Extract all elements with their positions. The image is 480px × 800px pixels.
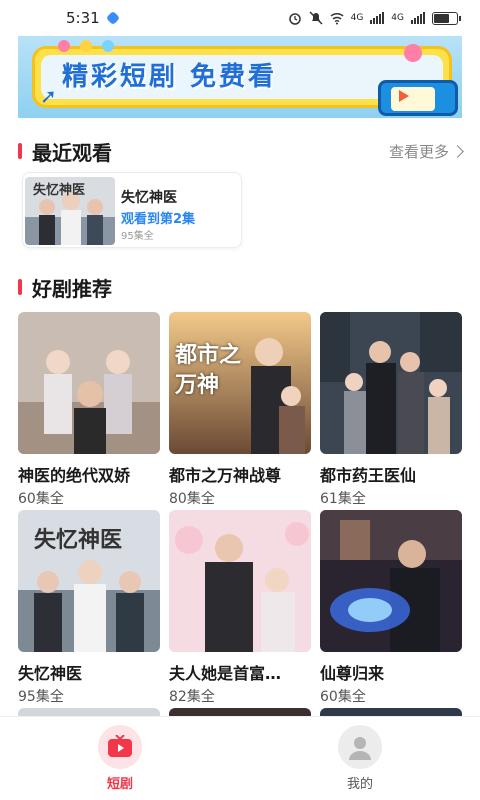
arrow-icon: ➚ <box>40 84 57 108</box>
recent-item-count: 95集全 <box>121 231 154 242</box>
drama-title: 神医的绝代双娇 <box>18 466 131 485</box>
drama-episode-count: 61集全 <box>320 491 366 507</box>
mute-icon <box>309 11 323 25</box>
recommend-header: 好剧推荐 <box>18 272 462 302</box>
drama-card[interactable]: 都市药王医仙 61集全 <box>320 312 462 508</box>
network-type-2: 4G <box>391 13 404 23</box>
recommend-title: 好剧推荐 <box>32 276 112 301</box>
drama-poster: 失忆神医 <box>18 510 160 652</box>
section-accent-bar <box>18 279 22 295</box>
battery-icon <box>432 11 461 25</box>
drama-poster <box>18 312 160 454</box>
drama-episode-count: 60集全 <box>320 689 366 705</box>
drama-poster-title: 都市之万神 <box>175 342 242 398</box>
tab-label: 我的 <box>346 777 373 792</box>
drama-episode-count: 95集全 <box>18 689 64 705</box>
drama-title: 夫人她是首富… <box>169 664 282 683</box>
drama-poster <box>169 510 311 652</box>
drama-card[interactable]: 仙尊归来 60集全 <box>320 510 462 706</box>
recent-item-title: 失忆神医 <box>121 190 177 206</box>
recent-item-progress: 观看到第2集 <box>121 212 196 227</box>
banner-text: 精彩短剧 免费看 <box>62 62 278 92</box>
drama-poster-title: 失忆神医 <box>34 527 123 553</box>
decor-ball <box>404 44 422 62</box>
drama-poster <box>320 510 462 652</box>
drama-episode-count: 60集全 <box>18 491 64 507</box>
person-icon <box>338 725 382 769</box>
bottom-tab-bar: 短剧 我的 <box>0 716 480 800</box>
drama-card[interactable]: 夫人她是首富… 82集全 <box>169 510 311 706</box>
drama-title: 都市药王医仙 <box>320 466 417 485</box>
wifi-icon <box>330 12 344 25</box>
status-time: 5:31 <box>66 9 100 27</box>
recent-poster: 失忆神医 <box>25 177 115 245</box>
drama-title: 失忆神医 <box>18 664 83 683</box>
chevron-right-icon <box>451 144 464 158</box>
drama-episode-count: 80集全 <box>169 491 215 507</box>
signal-icon-2 <box>411 12 425 24</box>
section-accent-bar <box>18 143 22 159</box>
tv-icon <box>378 80 458 116</box>
network-type: 4G <box>350 13 364 23</box>
recent-header: 最近观看 查看更多 <box>18 136 464 166</box>
see-more-link[interactable]: 查看更多 <box>388 141 464 162</box>
drama-poster: 都市之万神 <box>169 312 311 454</box>
see-more-label: 查看更多 <box>388 142 449 161</box>
drama-title: 仙尊归来 <box>320 664 385 683</box>
decor-dots <box>58 40 114 52</box>
drama-title: 都市之万神战尊 <box>169 466 282 485</box>
shield-icon <box>105 10 120 26</box>
drama-card[interactable]: 神医的绝代双娇 60集全 <box>18 312 160 508</box>
recent-item-card[interactable]: 失忆神医 失忆神医 观看到第2集 95集全 <box>22 172 242 248</box>
status-bar: 5:31 4G 4G <box>0 0 480 36</box>
tab-drama[interactable]: 短剧 <box>0 717 240 800</box>
drama-card[interactable]: 失忆神医 失忆神医 95集全 <box>18 510 160 706</box>
tab-label: 短剧 <box>106 777 133 792</box>
alarm-icon <box>288 13 301 25</box>
tab-mine[interactable]: 我的 <box>240 717 480 800</box>
promo-banner[interactable]: 精彩短剧 免费看 ➚ <box>18 36 462 118</box>
signal-icon <box>370 12 385 24</box>
tv-icon <box>98 725 142 769</box>
recent-title: 最近观看 <box>32 140 112 165</box>
drama-poster <box>320 312 462 454</box>
recent-poster-title: 失忆神医 <box>33 183 86 198</box>
drama-card[interactable]: 都市之万神 都市之万神战尊 80集全 <box>169 312 311 508</box>
drama-episode-count: 82集全 <box>169 689 215 705</box>
